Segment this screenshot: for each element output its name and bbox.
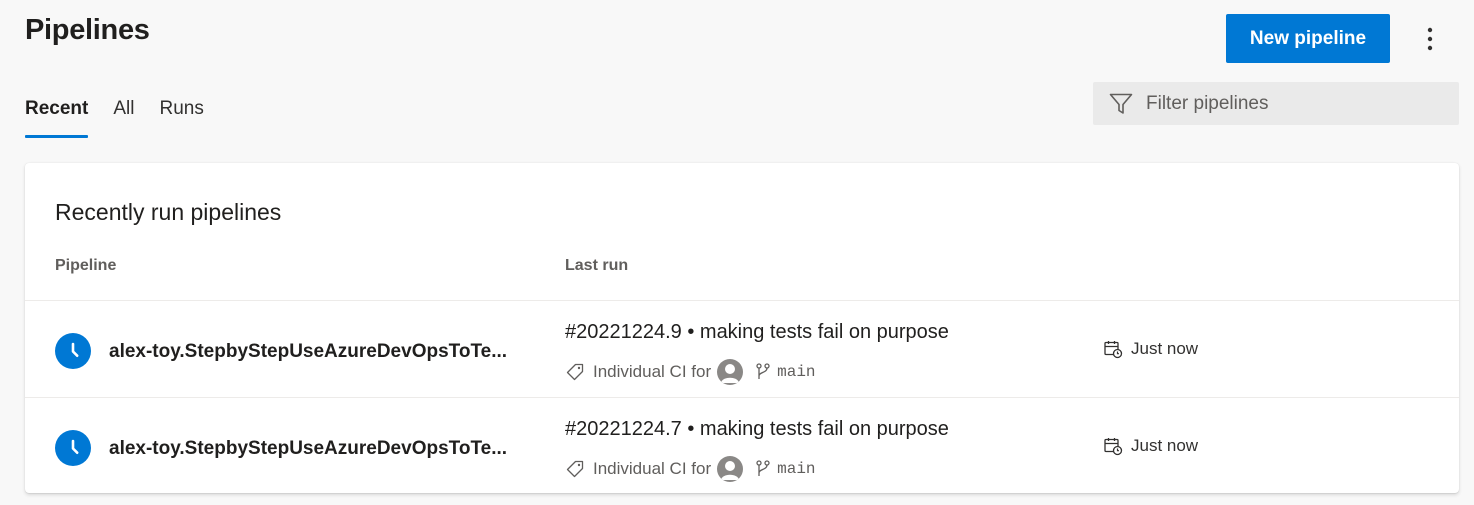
more-vertical-icon bbox=[1427, 27, 1433, 51]
branch-icon bbox=[755, 459, 771, 479]
page-title: Pipelines bbox=[25, 14, 150, 46]
pipeline-name-link[interactable]: alex-toy.StepbyStepUseAzureDevOpsToTe... bbox=[109, 438, 507, 460]
trigger-label: Individual CI for bbox=[593, 459, 712, 478]
clock-icon bbox=[55, 430, 91, 466]
tag-icon bbox=[565, 459, 585, 479]
tag-icon bbox=[565, 362, 585, 382]
trigger-label: Individual CI for bbox=[593, 362, 712, 381]
run-time-label: Just now bbox=[1131, 339, 1199, 358]
calendar-clock-icon bbox=[1103, 436, 1123, 456]
run-title-link[interactable]: #20221224.7 • making tests fail on purpo… bbox=[565, 418, 949, 441]
filter-pipelines-box[interactable] bbox=[1093, 82, 1459, 125]
pipelines-page: Pipelines New pipeline Recent All Runs R… bbox=[0, 0, 1474, 505]
branch-name: main bbox=[777, 363, 816, 381]
run-time: Just now bbox=[1103, 339, 1198, 359]
tab-bar: Recent All Runs bbox=[25, 80, 229, 140]
run-time: Just now bbox=[1103, 436, 1198, 456]
tab-all[interactable]: All bbox=[113, 80, 134, 138]
more-options-button[interactable] bbox=[1414, 24, 1446, 54]
pipeline-name-link[interactable]: alex-toy.StepbyStepUseAzureDevOpsToTe... bbox=[109, 341, 507, 363]
branch-name: main bbox=[777, 460, 816, 478]
run-title-link[interactable]: #20221224.9 • making tests fail on purpo… bbox=[565, 321, 949, 344]
tab-runs[interactable]: Runs bbox=[159, 80, 203, 138]
avatar bbox=[717, 456, 744, 482]
card-title: Recently run pipelines bbox=[55, 199, 282, 225]
run-time-label: Just now bbox=[1131, 436, 1199, 455]
recent-pipelines-card: Recently run pipelines Pipeline Last run… bbox=[25, 163, 1459, 493]
calendar-clock-icon bbox=[1103, 339, 1123, 359]
pipeline-row[interactable]: alex-toy.StepbyStepUseAzureDevOpsToTe...… bbox=[25, 397, 1459, 494]
filter-pipelines-input[interactable] bbox=[1146, 92, 1436, 115]
column-header-last-run: Last run bbox=[565, 257, 629, 274]
clock-icon bbox=[55, 333, 91, 369]
column-header-pipeline: Pipeline bbox=[55, 257, 117, 274]
avatar bbox=[717, 359, 744, 385]
run-meta: Individual CI for main bbox=[565, 359, 816, 385]
run-meta: Individual CI for main bbox=[565, 456, 816, 482]
new-pipeline-button[interactable]: New pipeline bbox=[1226, 14, 1390, 63]
tab-recent[interactable]: Recent bbox=[25, 80, 89, 138]
pipeline-row[interactable]: alex-toy.StepbyStepUseAzureDevOpsToTe...… bbox=[25, 300, 1459, 397]
filter-icon bbox=[1109, 93, 1133, 115]
branch-icon bbox=[755, 362, 771, 382]
